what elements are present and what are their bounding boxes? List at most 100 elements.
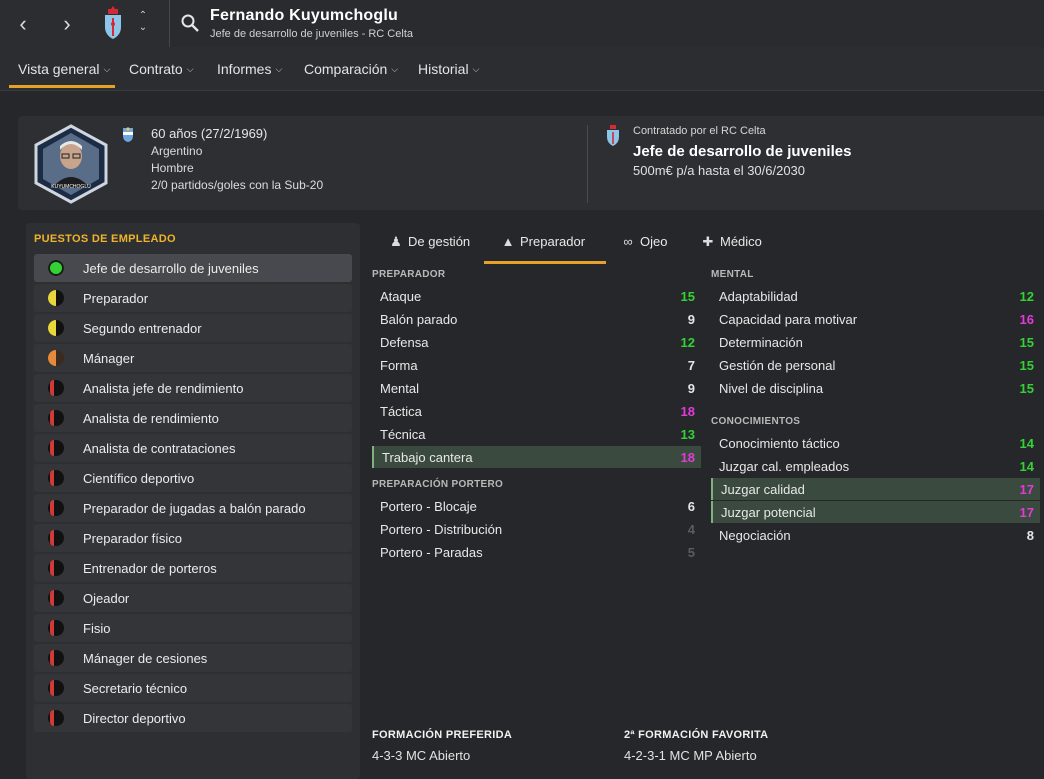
caps-info: 2/0 partidos/goles con la Sub-20: [151, 178, 324, 192]
attribute-row[interactable]: Portero - Blocaje 6: [372, 495, 701, 517]
attribute-value: 12: [1019, 289, 1034, 304]
switch-person-icon[interactable]: ⌃ ⌄: [136, 10, 150, 38]
attribute-row[interactable]: Mental 9: [372, 377, 701, 399]
attribute-row[interactable]: Negociación 8: [711, 524, 1040, 546]
attribute-value: 18: [680, 404, 695, 419]
suitability-red-icon: [48, 680, 64, 696]
attribute-value: 9: [687, 312, 695, 327]
attribute-row[interactable]: Técnica 13: [372, 423, 701, 445]
tab-ojeo[interactable]: ∞ Ojeo: [620, 234, 667, 264]
preferred-formation-title: FORMACIÓN PREFERIDA: [372, 729, 513, 741]
attribute-value: 15: [1019, 358, 1034, 373]
attribute-row[interactable]: Nivel de disciplina 15: [711, 377, 1040, 399]
suitability-red-icon: [48, 710, 64, 726]
argentina-crest-icon[interactable]: [122, 126, 134, 142]
chevron-down-icon: ⌵: [186, 64, 194, 74]
role-label: Preparador de jugadas a balón parado: [83, 501, 306, 516]
role-label: Ojeador: [83, 591, 130, 606]
attribute-name: Conocimiento táctico: [719, 436, 840, 451]
menu-historial[interactable]: Historial ⌵: [418, 61, 479, 77]
attribute-row[interactable]: Ataque 15: [372, 285, 701, 307]
menu-comparacion[interactable]: Comparación ⌵: [304, 61, 398, 77]
roles-title: PUESTOS DE EMPLEADO: [34, 233, 176, 245]
svg-text:KUYUMCHOGLU: KUYUMCHOGLU: [51, 184, 91, 190]
chevron-down-icon: ⌵: [275, 64, 283, 74]
menu-vista-general[interactable]: Vista general ⌵: [18, 61, 110, 77]
second-formation-value: 4-2-3-1 MC MP Abierto: [624, 748, 757, 763]
main-menu: Vista general ⌵ Contrato ⌵ Informes ⌵ Compa…: [0, 47, 1044, 91]
role-row[interactable]: Preparador: [34, 284, 352, 312]
attribute-name: Balón parado: [380, 312, 458, 327]
profile-card: KUYUMCHOGLU 60 años (27/2/1969) Argentin…: [18, 116, 1044, 210]
attribute-row[interactable]: Juzgar calidad 17: [711, 478, 1040, 500]
section-title-preparador: PREPARADOR: [372, 269, 446, 280]
attribute-row[interactable]: Determinación 15: [711, 331, 1040, 353]
role-row[interactable]: Ojeador: [34, 584, 352, 612]
attribute-row[interactable]: Portero - Distribución 4: [372, 518, 701, 540]
role-row[interactable]: Jefe de desarrollo de juveniles: [34, 254, 352, 282]
attribute-value: 17: [1019, 505, 1034, 520]
tab-de-gestion[interactable]: ♟ De gestión: [388, 234, 470, 264]
role-row[interactable]: Mánager de cesiones: [34, 644, 352, 672]
club-crest-icon[interactable]: [606, 125, 620, 147]
role-row[interactable]: Científico deportivo: [34, 464, 352, 492]
club-crest-icon[interactable]: [102, 6, 124, 40]
suitability-red-icon: [48, 500, 64, 516]
attribute-row[interactable]: Portero - Paradas 5: [372, 541, 701, 563]
attribute-name: Juzgar calidad: [721, 482, 805, 497]
tab-preparador[interactable]: ▲ Preparador: [500, 234, 585, 264]
suitability-red-icon: [48, 380, 64, 396]
attribute-row[interactable]: Táctica 18: [372, 400, 701, 422]
role-row[interactable]: Segundo entrenador: [34, 314, 352, 342]
role-row[interactable]: Mánager: [34, 344, 352, 372]
contract-club: Contratado por el RC Celta: [633, 125, 766, 137]
person-role: Jefe de desarrollo de juveniles - RC Cel…: [210, 28, 413, 40]
role-row[interactable]: Analista jefe de rendimiento: [34, 374, 352, 402]
role-label: Jefe de desarrollo de juveniles: [83, 261, 259, 276]
attribute-row[interactable]: Forma 7: [372, 354, 701, 376]
attribute-value: 17: [1019, 482, 1034, 497]
attribute-name: Táctica: [380, 404, 422, 419]
attribute-row[interactable]: Adaptabilidad 12: [711, 285, 1040, 307]
attribute-name: Adaptabilidad: [719, 289, 798, 304]
role-label: Fisio: [83, 621, 111, 636]
role-row[interactable]: Secretario técnico: [34, 674, 352, 702]
role-row[interactable]: Preparador físico: [34, 524, 352, 552]
role-row[interactable]: Entrenador de porteros: [34, 554, 352, 582]
role-row[interactable]: Fisio: [34, 614, 352, 642]
role-row[interactable]: Preparador de jugadas a balón parado: [34, 494, 352, 522]
section-title-portero: PREPARACIÓN PORTERO: [372, 479, 504, 490]
attribute-value: 8: [1026, 528, 1034, 543]
role-row[interactable]: Analista de rendimiento: [34, 404, 352, 432]
attribute-value: 14: [1019, 436, 1034, 451]
back-arrow-icon[interactable]: ‹: [10, 10, 36, 38]
role-row[interactable]: Analista de contrataciones: [34, 434, 352, 462]
menu-informes[interactable]: Informes ⌵: [217, 61, 282, 77]
suitability-red-icon: [48, 650, 64, 666]
menu-contrato[interactable]: Contrato ⌵: [129, 61, 194, 77]
avatar[interactable]: KUYUMCHOGLU: [32, 124, 110, 204]
attribute-row[interactable]: Juzgar cal. empleados 14: [711, 455, 1040, 477]
role-label: Entrenador de porteros: [83, 561, 217, 576]
divider: [587, 125, 588, 203]
role-label: Secretario técnico: [83, 681, 188, 696]
tab-medico[interactable]: ✚ Médico: [700, 234, 762, 264]
attribute-row[interactable]: Trabajo cantera 18: [372, 446, 701, 468]
suitability-yellow-icon: [48, 320, 64, 336]
role-label: Mánager: [83, 351, 135, 366]
nationality-info: Argentino: [151, 144, 203, 158]
attribute-row[interactable]: Defensa 12: [372, 331, 701, 353]
role-label: Analista de rendimiento: [83, 411, 219, 426]
attribute-row[interactable]: Gestión de personal 15: [711, 354, 1040, 376]
search-icon[interactable]: [180, 13, 200, 33]
attribute-name: Portero - Blocaje: [380, 499, 477, 514]
forward-arrow-icon[interactable]: ›: [54, 10, 80, 38]
attribute-row[interactable]: Capacidad para motivar 16: [711, 308, 1040, 330]
suitability-red-icon: [48, 440, 64, 456]
attribute-row[interactable]: Juzgar potencial 17: [711, 501, 1040, 523]
attribute-value: 9: [687, 381, 695, 396]
attribute-name: Defensa: [380, 335, 429, 350]
attribute-row[interactable]: Balón parado 9: [372, 308, 701, 330]
role-row[interactable]: Director deportivo: [34, 704, 352, 732]
attribute-row[interactable]: Conocimiento táctico 14: [711, 432, 1040, 454]
